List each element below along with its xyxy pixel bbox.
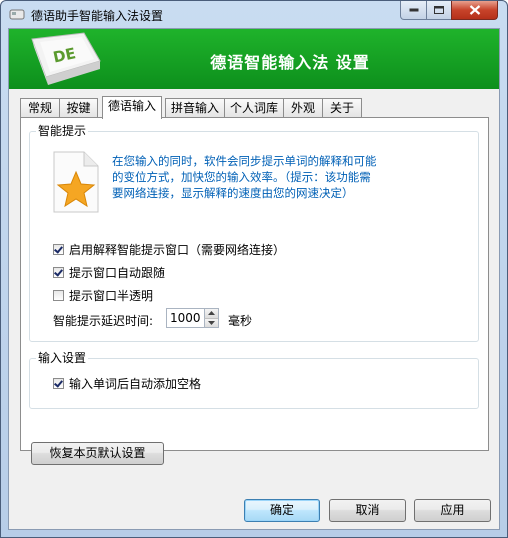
apply-button[interactable]: 应用 <box>414 499 491 522</box>
auto-space-option[interactable]: 输入单词后自动添加空格 <box>53 375 201 391</box>
tab-about[interactable]: 关于 <box>322 98 362 117</box>
delay-label: 智能提示延迟时间: <box>53 314 154 328</box>
delay-spinbox[interactable] <box>166 308 219 328</box>
smart-hint-description: 在您输入的同时，软件会同步提示单词的解释和可能 的变位方式，加快您的输入效率。（… <box>112 153 377 201</box>
auto-follow-option[interactable]: 提示窗口自动跟随 <box>53 264 165 280</box>
keyboard-app-icon <box>9 9 25 20</box>
document-star-icon <box>53 151 99 213</box>
enable-smart-hint-option[interactable]: 启用解释智能提示窗口（需要网络连接） <box>53 241 285 257</box>
delay-input[interactable] <box>170 311 204 325</box>
auto-space-checkbox[interactable] <box>53 377 64 389</box>
tab-general[interactable]: 常规 <box>20 98 60 117</box>
tab-german-input[interactable]: 德语输入 <box>102 96 162 119</box>
minimize-icon <box>409 8 418 12</box>
spin-down-icon <box>208 321 215 325</box>
input-settings-group: 输入设置 输入单词后自动添加空格 <box>29 351 479 409</box>
auto-space-label: 输入单词后自动添加空格 <box>69 376 202 391</box>
restore-defaults-button[interactable]: 恢复本页默认设置 <box>31 442 164 465</box>
close-button[interactable] <box>451 1 498 20</box>
hint-line-2: 的变位方式，加快您的输入效率。（提示：该功能需 <box>112 170 371 184</box>
german-input-panel: 智能提示 在您输入的同时，软件会同步提示单词的解释和可能 的变位方式，加快您的输… <box>20 117 489 451</box>
maximize-icon <box>434 6 444 14</box>
header-banner: DE 德语智能输入法 设置 <box>9 29 499 89</box>
maximize-button[interactable] <box>426 1 452 20</box>
auto-follow-label: 提示窗口自动跟随 <box>69 265 166 280</box>
tab-keys[interactable]: 按键 <box>59 98 98 117</box>
smart-hint-group-title: 智能提示 <box>36 124 89 138</box>
delay-decrement-button[interactable] <box>204 318 218 327</box>
title-bar[interactable]: 德语助手智能输入法设置 <box>1 1 507 28</box>
cancel-button[interactable]: 取消 <box>329 499 406 522</box>
tab-pinyin-input[interactable]: 拼音输入 <box>165 98 225 117</box>
semi-transparent-label: 提示窗口半透明 <box>69 288 154 303</box>
banner-title: 德语智能输入法 设置 <box>210 53 370 72</box>
delay-unit: 毫秒 <box>228 314 253 328</box>
smart-hint-group: 智能提示 在您输入的同时，软件会同步提示单词的解释和可能 的变位方式，加快您的输… <box>29 124 479 342</box>
enable-smart-hint-checkbox[interactable] <box>53 243 64 255</box>
enable-smart-hint-label: 启用解释智能提示窗口（需要网络连接） <box>69 242 286 257</box>
hint-line-1: 在您输入的同时，软件会同步提示单词的解释和可能 <box>112 154 377 168</box>
semi-transparent-option[interactable]: 提示窗口半透明 <box>53 287 153 303</box>
auto-follow-checkbox[interactable] <box>53 266 64 278</box>
dialog-client-area: DE 德语智能输入法 设置 常规 按键 德语输入 拼音输入 个人词库 外观 关于… <box>8 28 500 530</box>
settings-window: 德语助手智能输入法设置 DE 德语智能输入法 设置 常规 按键 德语输入 拼音输… <box>0 0 508 538</box>
hint-line-3: 要网络连接，显示解释的速度由您的网速决定） <box>112 186 354 200</box>
window-title: 德语助手智能输入法设置 <box>31 9 164 23</box>
tab-appearance[interactable]: 外观 <box>283 98 323 117</box>
spin-up-icon <box>208 311 215 315</box>
input-settings-group-title: 输入设置 <box>36 351 89 365</box>
delay-increment-button[interactable] <box>204 309 218 318</box>
semi-transparent-checkbox[interactable] <box>53 289 64 301</box>
ok-button[interactable]: 确定 <box>244 499 320 522</box>
close-icon <box>469 5 480 15</box>
minimize-button[interactable] <box>400 1 427 20</box>
tab-personal-dictionary[interactable]: 个人词库 <box>224 98 284 117</box>
